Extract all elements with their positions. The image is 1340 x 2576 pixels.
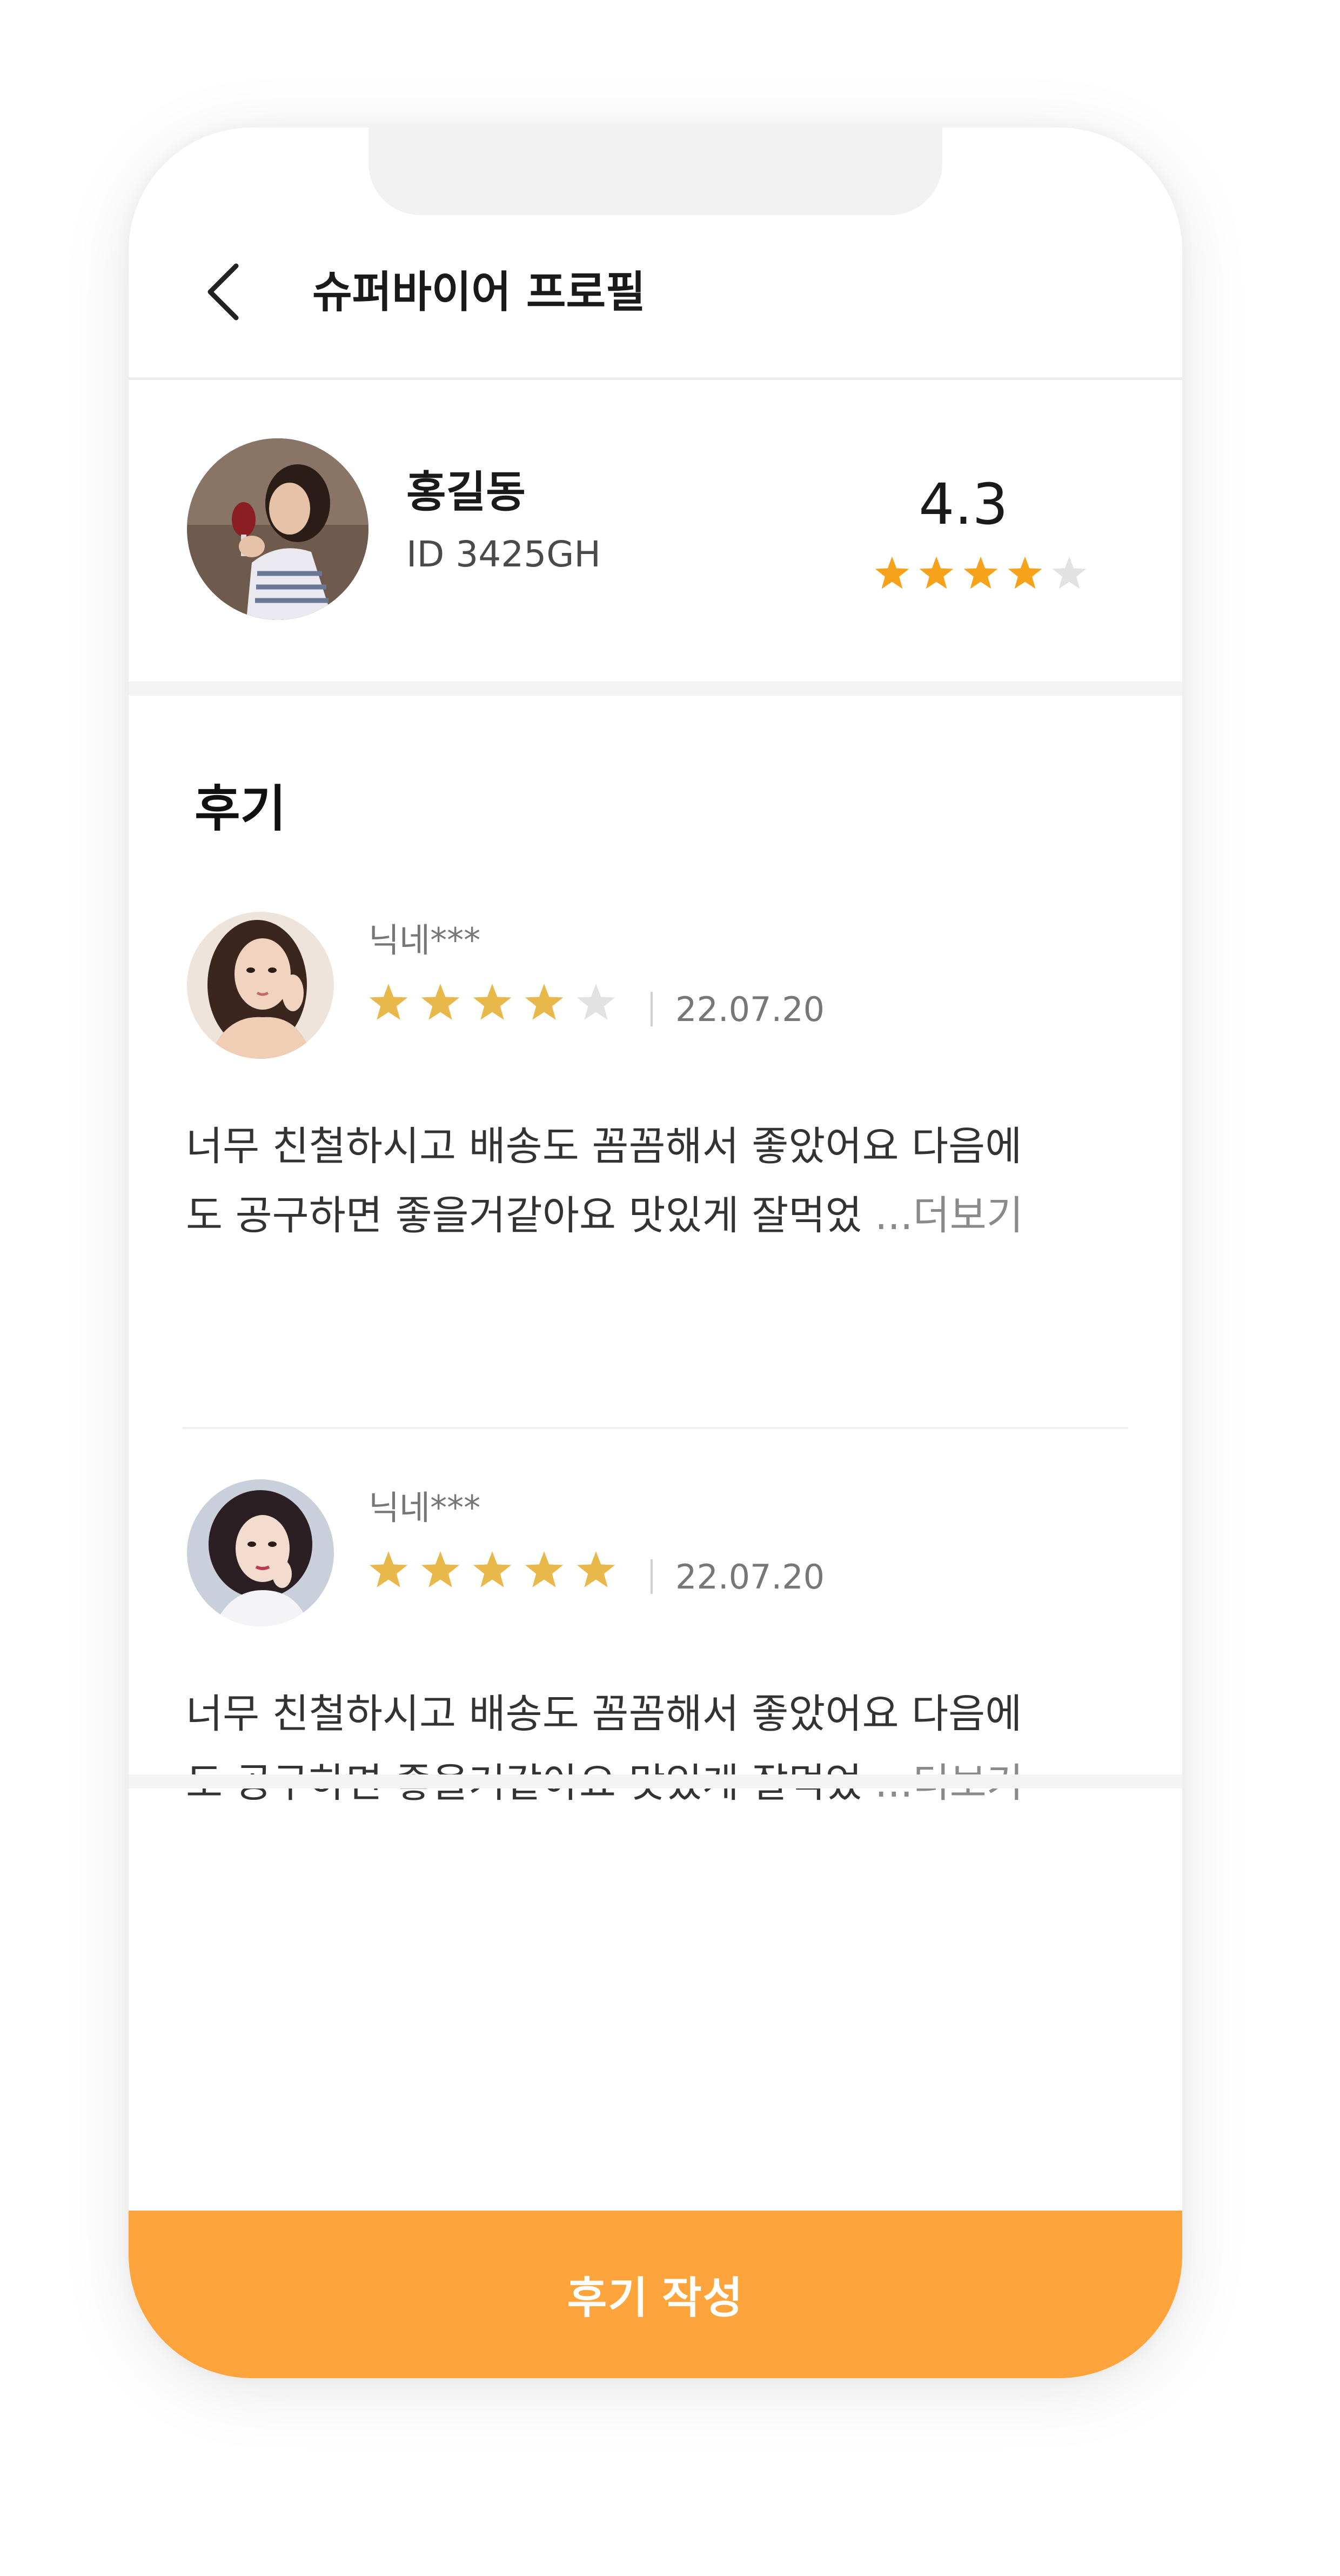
reviews-section: 후기 닉네*** 22.07.20 너무 친철하시고 배송도 꼼꼼해서 좋았어요… [129,696,1182,1806]
review-rating-stars [368,1550,616,1590]
page-title: 슈퍼바이어 프로필 [312,267,646,317]
reviews-title: 후기 [195,780,286,838]
star-filled-icon [525,1551,564,1587]
review-text-line: 너무 친철하시고 배송도 꼼꼼해서 좋았어요 다음에 [186,1691,1022,1737]
star-filled-icon [919,556,954,589]
star-filled-icon [421,983,460,1020]
review-rating-stars [368,982,616,1022]
star-filled-icon [525,983,564,1020]
review-date: 22.07.20 [675,1557,825,1597]
review-date: 22.07.20 [675,990,825,1029]
back-button[interactable] [195,263,253,321]
review-item: 닉네*** 22.07.20 너무 친철하시고 배송도 꼼꼼해서 좋았어요 다음… [129,912,1182,1269]
reviewer-avatar [187,1479,334,1626]
section-divider [129,682,1182,696]
write-review-button[interactable]: 후기 작성 [129,2211,1182,2378]
star-filled-icon [473,983,512,1020]
section-divider [129,1774,1182,1788]
reviewer-nickname: 닉네*** [368,920,481,960]
star-empty-icon [577,983,615,1020]
star-filled-icon [369,983,408,1020]
star-filled-icon [577,1551,615,1587]
profile-name: 홍길동 [406,467,526,517]
star-filled-icon [369,1551,408,1587]
reviewer-avatar [187,912,334,1059]
review-text: 너무 친철하시고 배송도 꼼꼼해서 좋았어요 다음에 도 공구하면 좋을거같아요… [186,1679,1137,1818]
star-empty-icon [1052,556,1087,589]
meta-separator [651,1559,653,1594]
star-filled-icon [875,556,909,589]
star-filled-icon [963,556,998,589]
star-filled-icon [473,1551,512,1587]
meta-separator [651,992,653,1026]
review-divider [183,1427,1128,1429]
phone-frame: 슈퍼바이어 프로필 홍길동 ID 3425GH 4.3 후기 닉네*** 22.… [129,128,1182,2378]
star-filled-icon [1008,556,1042,589]
review-text-line: 너무 친철하시고 배송도 꼼꼼해서 좋았어요 다음에 [186,1123,1022,1170]
rating-score: 4.3 [919,471,1008,537]
review-text-line: 도 공구하면 좋을거같아요 맛있게 잘먹었 [186,1192,875,1239]
profile-rating-stars [874,555,1087,591]
profile-id: ID 3425GH [406,533,601,575]
chevron-left-icon [207,263,239,321]
reviewer-nickname: 닉네*** [368,1488,481,1527]
profile-avatar [187,438,368,620]
app-header: 슈퍼바이어 프로필 [129,128,1182,380]
read-more-link[interactable]: ...더보기 [875,1192,1023,1239]
star-filled-icon [421,1551,460,1587]
profile-card: 홍길동 ID 3425GH 4.3 [129,380,1182,645]
review-text: 너무 친철하시고 배송도 꼼꼼해서 좋았어요 다음에 도 공구하면 좋을거같아요… [186,1112,1137,1250]
